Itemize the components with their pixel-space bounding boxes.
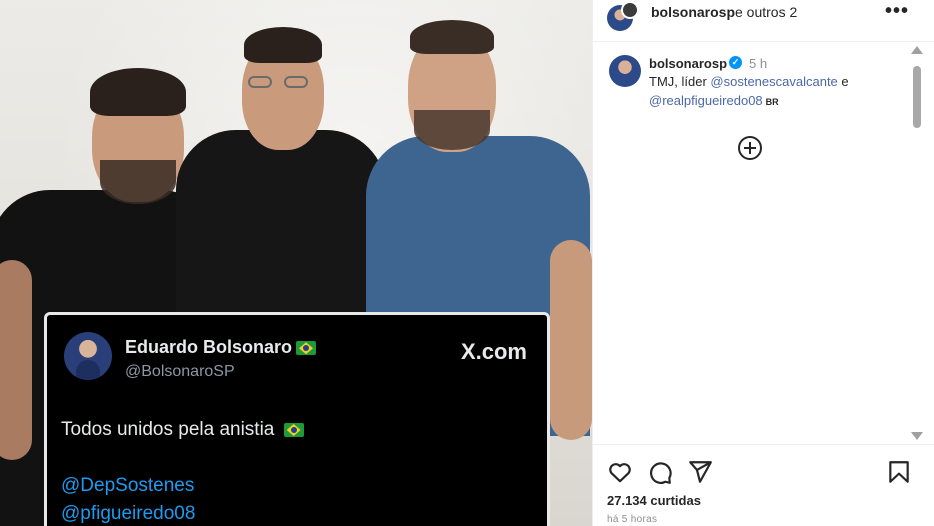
scroll-down-arrow-icon[interactable] [911, 432, 923, 440]
comment-icon[interactable] [647, 459, 673, 485]
tweet-author-handle: @BolsonaroSP [125, 363, 235, 380]
flag-text-badge: BR [765, 97, 779, 107]
instagram-panel: bolsonarosp e outros 2 ••• bolsonarosp ✓… [592, 0, 934, 526]
post-timestamp: há 5 horas [607, 514, 658, 525]
tweet-text: Todos unidos pela anistia [61, 419, 304, 441]
post-header: bolsonarosp e outros 2 ••• [593, 0, 934, 42]
scroll-up-arrow-icon[interactable] [911, 46, 923, 54]
caption-username[interactable]: bolsonarosp [649, 56, 727, 71]
bookmark-icon[interactable] [886, 459, 912, 485]
plus-circle-icon[interactable] [738, 136, 762, 160]
tweet-author-name-text: Eduardo Bolsonaro [125, 337, 293, 357]
mention-link[interactable]: @sostenescavalcante [710, 74, 837, 89]
likes-count[interactable]: 27.134 curtidas [607, 493, 701, 508]
caption-avatar[interactable] [609, 55, 641, 87]
x-brand-logo: X.com [460, 339, 527, 364]
share-icon[interactable] [687, 459, 713, 485]
tweet-text-content: Todos unidos pela anistia [61, 419, 275, 440]
more-icon[interactable]: ••• [885, 0, 909, 23]
heart-icon[interactable] [607, 459, 633, 485]
header-username[interactable]: bolsonarosp [651, 4, 735, 20]
caption-text: e [837, 74, 849, 89]
header-avatar[interactable] [607, 1, 639, 31]
tweet-avatar [64, 332, 112, 380]
tweet-card: Eduardo Bolsonaro @BolsonaroSP X.com Tod… [44, 312, 550, 526]
scrollbar[interactable] [911, 44, 923, 442]
mention-link[interactable]: @realpfigueiredo08 [649, 93, 763, 108]
caption-line-1: TMJ, líder @sostenescavalcante e [649, 74, 849, 89]
tweet-author-name: Eduardo Bolsonaro [125, 337, 317, 358]
brazil-flag-icon [283, 422, 304, 437]
header-collaborators[interactable]: e outros 2 [735, 4, 797, 20]
tweet-mention: @DepSostenes [61, 475, 195, 496]
caption-line-2: @realpfigueiredo08 BR [649, 93, 779, 108]
post-photo: Eduardo Bolsonaro @BolsonaroSP X.com Tod… [0, 0, 592, 526]
caption-time: 5 h [749, 56, 768, 71]
caption-text: TMJ, líder [649, 74, 711, 89]
scroll-thumb[interactable] [913, 66, 921, 128]
brazil-flag-icon [296, 341, 317, 356]
actions-bar: 27.134 curtidas há 5 horas [593, 444, 934, 526]
tweet-mention: @pfigueiredo08 [61, 503, 196, 524]
verified-icon: ✓ [729, 56, 742, 69]
